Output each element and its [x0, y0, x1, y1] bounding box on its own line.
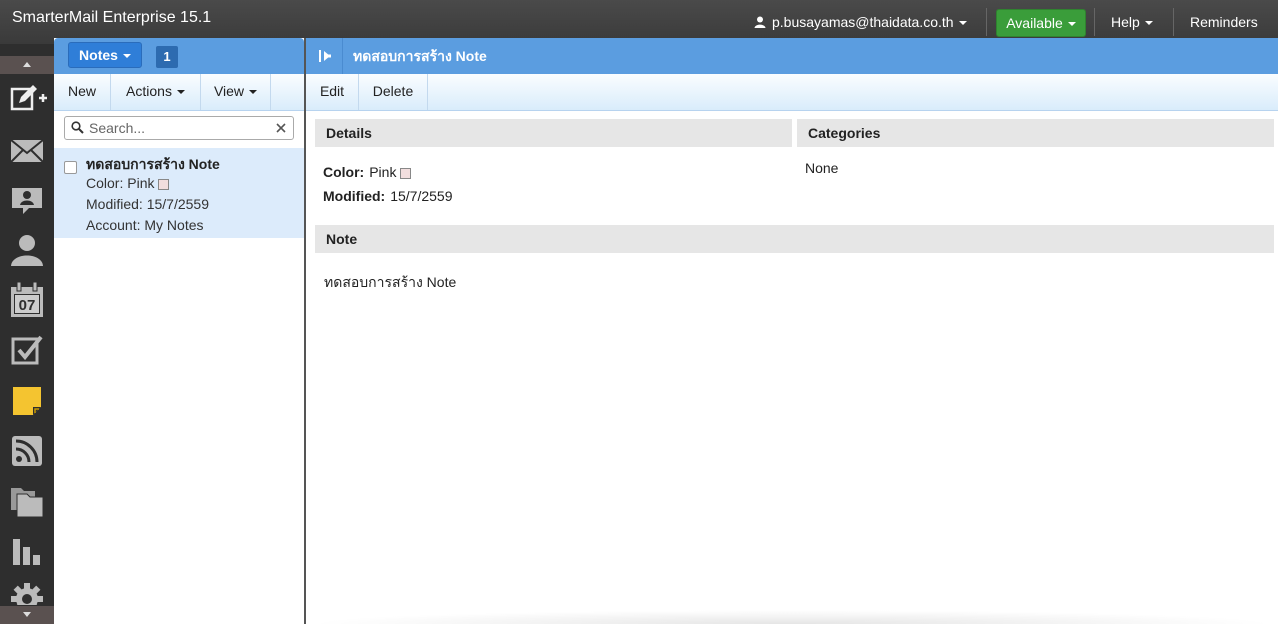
count-badge: 1 [156, 46, 178, 68]
item-color-value: Pink [127, 175, 155, 191]
reports-icon[interactable] [9, 533, 45, 569]
folder-label: Notes [79, 47, 118, 63]
rss-icon[interactable] [9, 433, 45, 469]
view-label: View [213, 83, 245, 99]
user-email: p.busayamas@thaidata.co.th [772, 14, 954, 30]
item-color-label: Color: [86, 175, 124, 191]
detail-color: Color: Pink [323, 164, 412, 180]
bottom-shadow [306, 610, 1278, 624]
app-title: SmarterMail Enterprise 15.1 [12, 9, 212, 26]
actions-menu[interactable]: Actions [111, 74, 201, 110]
note-section-header: Note [315, 225, 1274, 253]
chevron-down-icon [1067, 22, 1076, 27]
edit-button[interactable]: Edit [306, 74, 359, 110]
status-button[interactable]: Available [996, 9, 1086, 37]
note-body: ทดสอบการสร้าง Note [324, 274, 457, 290]
settings-icon[interactable] [9, 581, 45, 605]
item-modified: Modified: 15/7/2559 [86, 196, 209, 212]
item-account: Account: My Notes [86, 217, 204, 233]
color-swatch [400, 167, 412, 179]
help-label: Help [1111, 14, 1140, 30]
divider [986, 8, 987, 36]
list-toolbar: New Actions View [54, 74, 304, 111]
nav-scroll-up[interactable] [0, 56, 54, 74]
arrow-up-icon [23, 62, 31, 67]
mail-icon[interactable] [9, 132, 45, 168]
chat-icon[interactable] [9, 182, 45, 218]
note-detail-panel: ทดสอบการสร้าง Note Edit Delete Details C… [306, 38, 1278, 624]
color-value: Pink [369, 164, 397, 180]
arrow-down-icon [23, 612, 31, 617]
detail-header: ทดสอบการสร้าง Note [306, 38, 1278, 74]
chevron-down-icon [958, 21, 967, 26]
color-swatch [158, 178, 170, 190]
modified-label: Modified: [323, 188, 386, 204]
left-nav: 07 [0, 44, 54, 624]
actions-label: Actions [126, 83, 172, 99]
item-title: ทดสอบการสร้าง Note [86, 156, 220, 172]
color-label: Color: [323, 164, 365, 180]
categories-section-header: Categories [797, 119, 1274, 147]
delete-button[interactable]: Delete [359, 74, 428, 110]
folder-dropdown-button[interactable]: Notes [68, 42, 142, 68]
details-section-header: Details [315, 119, 792, 147]
divider [1173, 8, 1174, 36]
compose-icon[interactable] [9, 81, 47, 117]
search-icon [71, 121, 84, 137]
calendar-icon[interactable]: 07 [9, 281, 45, 317]
detail-toolbar: Edit Delete [306, 74, 1278, 111]
new-button[interactable]: New [54, 74, 111, 110]
detail-title: ทดสอบการสร้าง Note [353, 48, 487, 64]
modified-value: 15/7/2559 [390, 188, 453, 204]
categories-value: None [805, 160, 839, 176]
collapse-left-icon [318, 49, 332, 66]
chevron-down-icon [1144, 21, 1153, 26]
nav-scroll-down[interactable] [0, 606, 54, 624]
chevron-down-icon [249, 90, 258, 95]
chevron-down-icon [122, 54, 131, 59]
calendar-day: 07 [19, 297, 36, 314]
search-input[interactable] [89, 119, 269, 137]
contacts-icon[interactable] [9, 232, 45, 268]
notes-icon[interactable] [9, 383, 45, 419]
item-checkbox[interactable] [64, 161, 77, 174]
divider [1094, 8, 1095, 36]
tasks-icon[interactable] [9, 333, 45, 369]
chevron-down-icon [176, 90, 185, 95]
detail-modified: Modified: 15/7/2559 [323, 188, 453, 204]
clear-search-icon[interactable] [275, 121, 287, 137]
collapse-panel-button[interactable] [306, 38, 343, 74]
view-menu[interactable]: View [201, 74, 271, 110]
notes-list-panel: Notes 1 New Actions View ทดสอบการสร้าง N… [54, 38, 306, 624]
files-icon[interactable] [9, 484, 45, 520]
item-color: Color: Pink [86, 175, 170, 191]
search-box [64, 116, 294, 140]
list-item[interactable]: ทดสอบการสร้าง Note Color: Pink Modified:… [54, 148, 304, 238]
status-label: Available [1006, 15, 1063, 31]
list-panel-header: Notes 1 [54, 38, 304, 74]
